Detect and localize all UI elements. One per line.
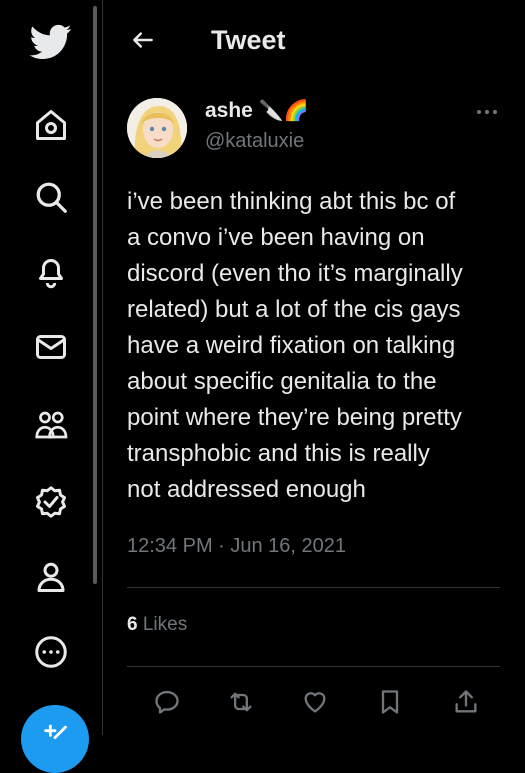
verified-badge-icon[interactable]	[26, 477, 76, 527]
compose-icon	[44, 724, 67, 740]
likes-label: Likes	[142, 614, 188, 635]
mail-icon[interactable]	[26, 322, 76, 372]
author-handle[interactable]: @kataluxie	[205, 130, 304, 153]
page-title: Tweet	[211, 25, 286, 55]
author-emoji: 🔪🌈	[258, 100, 309, 122]
sidebar-nav	[0, 0, 102, 773]
tweet-text: i’ve been thinking abt this bc of a conv…	[127, 188, 463, 503]
reply-icon[interactable]	[149, 684, 185, 720]
compose-button[interactable]	[21, 705, 89, 773]
back-arrow-icon[interactable]	[125, 22, 161, 58]
divider	[127, 666, 500, 667]
retweet-icon[interactable]	[223, 684, 259, 720]
author-display-name[interactable]: ashe	[205, 99, 253, 123]
twitter-logo-icon[interactable]	[26, 16, 76, 66]
like-heart-icon[interactable]	[297, 684, 333, 720]
likes-number: 6	[127, 614, 138, 635]
author-name-row: ashe 🔪🌈	[205, 98, 309, 123]
bell-icon[interactable]	[26, 246, 76, 296]
divider	[127, 587, 500, 588]
likes-count[interactable]: 6 Likes	[127, 614, 187, 636]
people-icon[interactable]	[26, 400, 76, 450]
tweet-detail-column: Tweet ashe 🔪🌈 @kataluxie i’ve been think…	[103, 0, 525, 735]
sidebar-scrollbar[interactable]	[93, 6, 97, 584]
more-options-icon[interactable]	[471, 100, 503, 124]
person-icon[interactable]	[26, 552, 76, 602]
avatar[interactable]	[127, 98, 187, 158]
tweet-actions	[127, 684, 500, 720]
share-icon[interactable]	[448, 684, 484, 720]
tweet-timestamp[interactable]: 12:34 PM · Jun 16, 2021	[127, 535, 346, 558]
bookmark-icon[interactable]	[372, 684, 408, 720]
search-icon[interactable]	[26, 172, 76, 222]
more-circle-icon[interactable]	[26, 627, 76, 677]
home-icon[interactable]	[26, 100, 76, 150]
